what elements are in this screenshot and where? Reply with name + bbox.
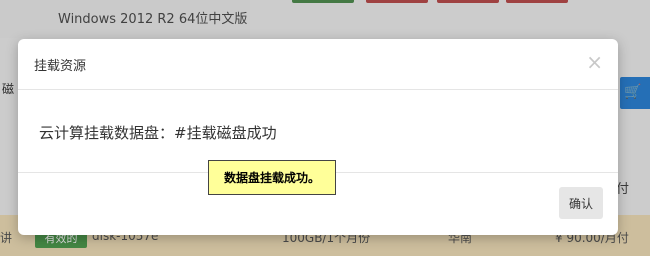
confirm-button[interactable]: 确认 <box>559 187 603 219</box>
mount-resource-dialog: 挂载资源 × 云计算挂载数据盘：#挂载磁盘成功 确认 <box>18 39 618 235</box>
close-icon[interactable]: × <box>586 52 603 72</box>
dialog-header: 挂载资源 × <box>18 39 618 90</box>
dialog-title: 挂载资源 <box>34 59 87 74</box>
success-toast: 数据盘挂载成功。 <box>208 160 336 195</box>
dialog-message: 云计算挂载数据盘：#挂载磁盘成功 <box>39 124 277 142</box>
